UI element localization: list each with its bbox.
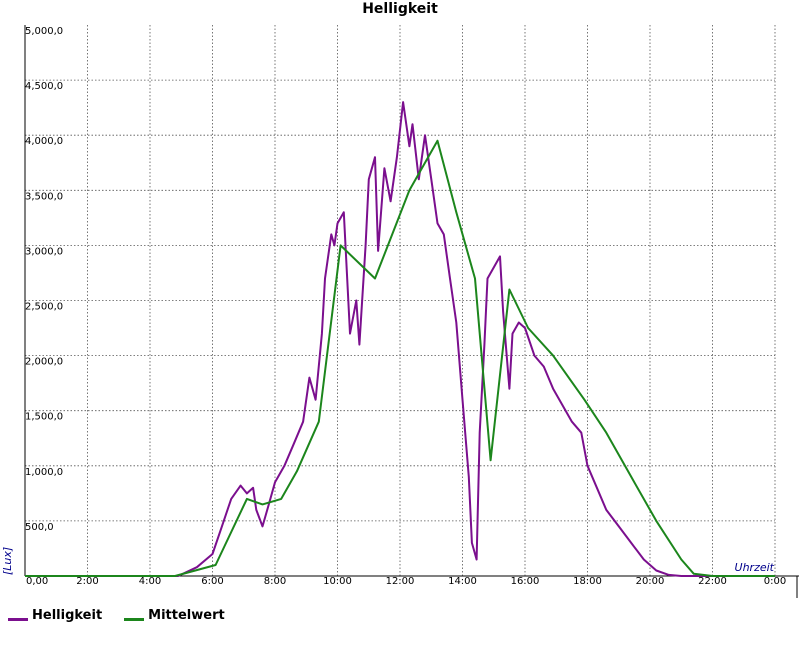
grid [25, 25, 775, 576]
legend: Helligkeit Mittelwert [8, 608, 225, 623]
chart-title: Helligkeit [362, 1, 438, 17]
y-tick-label: 5,000,0 [25, 26, 63, 37]
tick-labels: 0,00 2:00 4:00 6:00 8:00 10:00 12:00 14:00 16:00… [25, 26, 786, 587]
chart: Helligkeit 0,00 2:00 4:00 6:00 8:00 10:00 12:0… [1, 1, 799, 598]
y-tick-label: 3,000,0 [25, 246, 63, 257]
x-tick-label: 18:00 [573, 576, 602, 587]
y-tick-label: 2,500,0 [25, 302, 63, 313]
legend-item-helligkeit: Helligkeit [8, 608, 102, 623]
axes [24, 25, 799, 598]
x-tick-label: 12:00 [386, 576, 415, 587]
y-tick-label: 3,500,0 [25, 191, 63, 202]
legend-label: Helligkeit [32, 608, 103, 623]
x-tick-label: 10:00 [323, 576, 352, 587]
x-tick-label: 2:00 [76, 576, 98, 587]
legend-swatch-helligkeit [8, 618, 28, 621]
y-tick-label: 4,500,0 [25, 81, 63, 92]
x-tick-label: 16:00 [511, 576, 540, 587]
x-axis-label: Uhrzeit [735, 561, 775, 574]
x-tick-label: 20:00 [636, 576, 665, 587]
y-tick-label: 1,000,0 [25, 467, 63, 478]
x-tick-label: 6:00 [201, 576, 223, 587]
y-tick-label: 4,000,0 [25, 136, 63, 147]
y-axis-label: [Lux] [1, 547, 14, 575]
y-tick-label: 2,000,0 [25, 357, 63, 368]
legend-swatch-mittelwert [124, 618, 145, 621]
x-tick-label: 0:00 [764, 576, 786, 587]
x-tick-label: 14:00 [448, 576, 477, 587]
y-tick-label: 500,0 [25, 522, 54, 533]
x-tick-label: 8:00 [264, 576, 286, 587]
x-tick-label: 4:00 [139, 576, 161, 587]
x-tick-label: 22:00 [698, 576, 727, 587]
y-tick-label: 1,500,0 [25, 412, 63, 423]
legend-item-mittelwert: Mittelwert [124, 608, 225, 623]
x-tick-label: 0,00 [26, 576, 48, 587]
legend-label: Mittelwert [148, 608, 225, 623]
